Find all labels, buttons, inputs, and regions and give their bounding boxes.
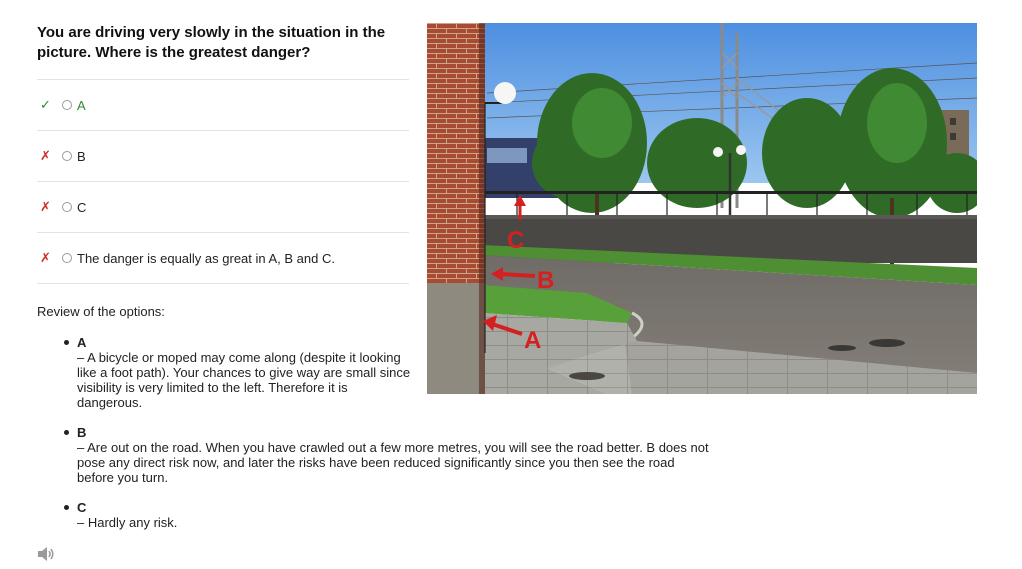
option-c[interactable]: ✗ C <box>37 182 409 233</box>
review-item-a: A – A bicycle or moped may come along (d… <box>37 335 412 410</box>
option-a[interactable]: ✓ A <box>37 80 409 131</box>
review-item-b: B – Are out on the road. When you have c… <box>37 425 712 485</box>
option-c-radio[interactable] <box>62 202 72 212</box>
review-letter: C <box>77 500 87 515</box>
review-text: – Hardly any risk. <box>77 515 178 530</box>
situation-photo: A B C <box>427 23 977 394</box>
speaker-icon[interactable] <box>37 546 55 562</box>
option-a-label: A <box>77 97 86 113</box>
option-a-radio[interactable] <box>62 100 72 110</box>
situation-photo-illustration: A B C <box>427 23 977 394</box>
cross-icon: ✗ <box>40 250 51 265</box>
cross-icon: ✗ <box>40 148 51 163</box>
option-b[interactable]: ✗ B <box>37 131 409 182</box>
option-all-equal-radio[interactable] <box>62 253 72 263</box>
photo-label-a: A <box>524 327 541 354</box>
option-b-label: B <box>77 148 86 164</box>
photo-label-c: C <box>507 227 524 254</box>
photo-label-b: B <box>537 267 554 294</box>
cross-icon: ✗ <box>40 199 51 214</box>
review-item-c: C – Hardly any risk. <box>37 500 412 530</box>
option-c-label: C <box>77 199 87 215</box>
check-icon: ✓ <box>40 97 51 112</box>
question-text: You are driving very slowly in the situa… <box>37 24 386 61</box>
option-b-radio[interactable] <box>62 151 72 161</box>
review-text: – Are out on the road. When you have cra… <box>77 440 709 485</box>
review-heading: Review of the options: <box>37 304 165 319</box>
review-letter: A <box>77 335 87 350</box>
answer-options: ✓ A ✗ B ✗ C ✗ The danger is equally as g… <box>37 79 409 284</box>
review-text: – A bicycle or moped may come along (des… <box>77 350 411 410</box>
option-all-equal[interactable]: ✗ The danger is equally as great in A, B… <box>37 233 409 284</box>
review-letter: B <box>77 425 87 440</box>
option-all-equal-label: The danger is equally as great in A, B a… <box>77 250 335 266</box>
